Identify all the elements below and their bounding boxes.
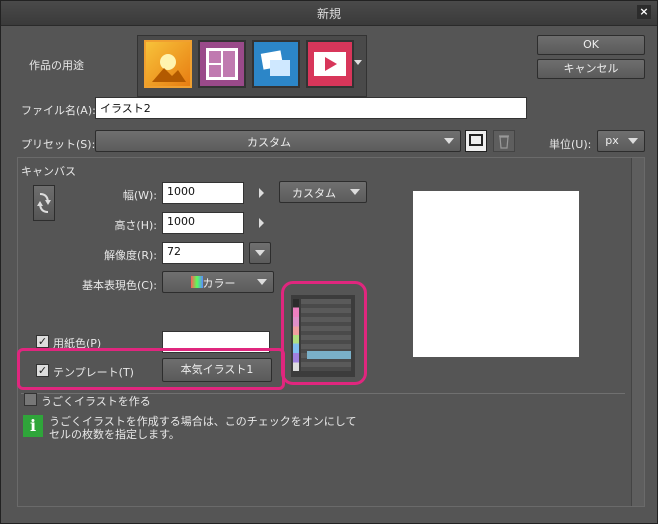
preset-value: カスタム [247,136,291,149]
resolution-dropdown-button[interactable] [249,242,271,264]
scrollbar[interactable] [631,158,644,506]
unit-label: 単位(U): [549,138,592,151]
webtoon-usage-icon[interactable] [252,40,300,88]
width-input[interactable]: 1000 [162,182,244,204]
size-preset-select[interactable]: カスタム [279,181,367,203]
chevron-down-icon [628,138,638,144]
swap-orientation-button[interactable] [33,185,55,221]
color-mode-label: 基本表現色(C): [82,279,157,292]
arrow-right-icon [259,218,264,228]
new-document-dialog: 新規 × OK キャンセル 作品の用途 ファイル名(A): イラスト2 プリセッ… [0,0,658,524]
filename-label: ファイル名(A): [21,104,96,117]
cancel-button[interactable]: キャンセル [537,59,645,79]
info-icon: i [23,415,43,437]
filename-input[interactable]: イラスト2 [95,97,527,119]
chevron-down-icon [257,279,267,285]
color-mode-select[interactable]: カラー [162,271,274,293]
delete-preset-icon[interactable] [493,130,515,152]
unit-select[interactable]: px [597,130,645,152]
chevron-down-icon [350,189,360,195]
window-title: 新規 [316,7,341,21]
chevron-down-icon [444,138,454,144]
animation-info-line2: セルの枚数を指定します。 [49,428,180,441]
animation-usage-icon[interactable] [306,40,354,88]
arrow-right-icon [259,188,264,198]
title-bar: 新規 × [1,1,657,26]
illustration-usage-icon[interactable] [144,40,192,88]
size-preset-value: カスタム [292,187,336,200]
canvas-group-label: キャンバス [21,165,76,178]
chevron-down-icon [255,250,265,256]
height-input[interactable]: 1000 [162,212,244,234]
resolution-input[interactable]: 72 [162,242,244,264]
width-label: 幅(W): [122,189,157,202]
height-label: 高さ(H): [114,219,157,232]
unit-value: px [605,134,619,147]
preview-highlight [281,281,367,385]
rotate-icon [37,193,51,213]
usage-dropdown-icon[interactable] [354,60,362,65]
resolution-label: 解像度(R): [104,249,157,262]
paper-color-checkbox[interactable]: ✓ [36,335,49,348]
canvas-preview [413,191,579,357]
preset-label: プリセット(S): [21,138,96,151]
comic-usage-icon[interactable] [198,40,246,88]
close-button[interactable]: × [637,5,651,19]
animation-checkbox[interactable] [24,393,37,406]
usage-icon-strip [137,35,367,97]
register-preset-icon[interactable] [465,130,487,152]
animation-label: うごくイラストを作る [41,395,151,408]
preset-select[interactable]: カスタム [95,130,461,152]
usage-label: 作品の用途 [29,59,84,72]
color-mode-value: カラー [202,277,236,290]
ok-button[interactable]: OK [537,35,645,55]
template-highlight [17,348,285,390]
